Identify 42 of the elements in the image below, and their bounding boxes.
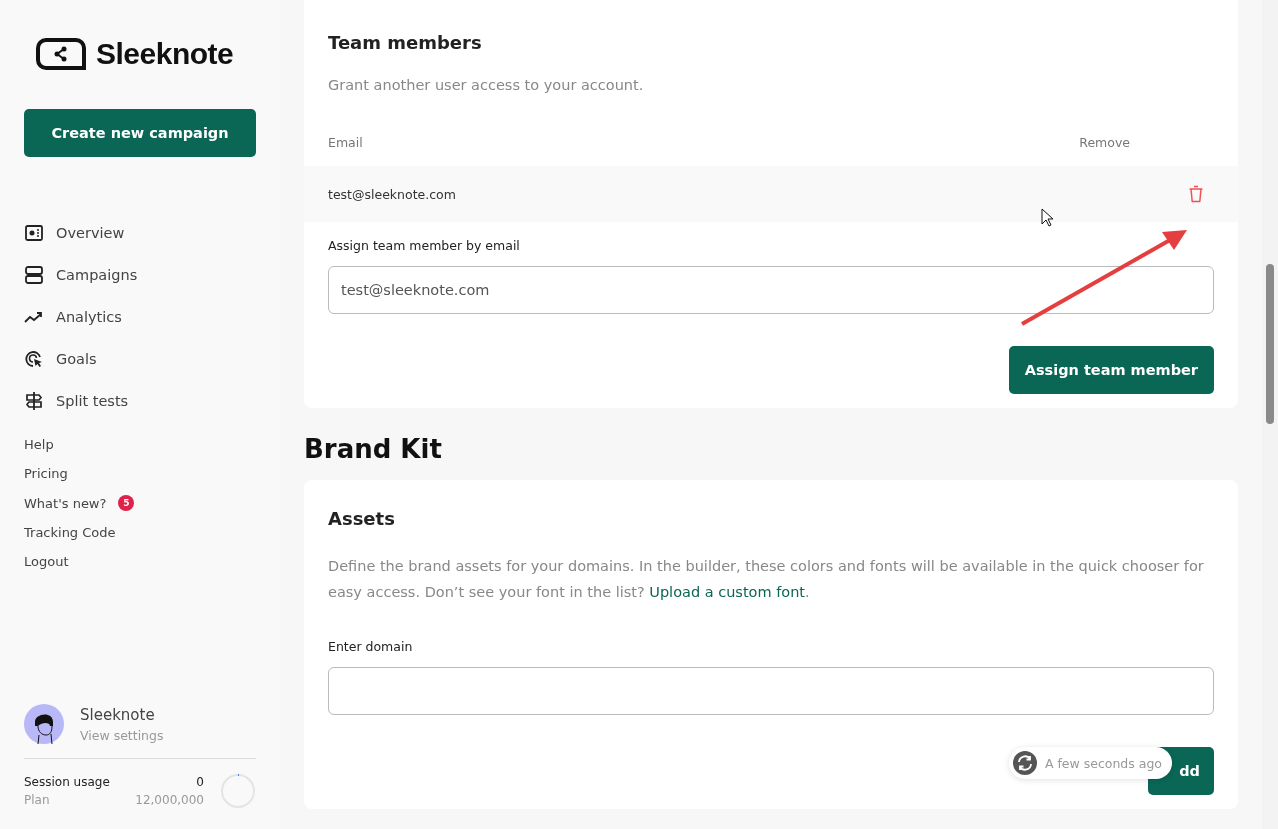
usage-ring bbox=[220, 773, 256, 809]
notification-badge: 5 bbox=[118, 495, 135, 511]
assign-team-member-button[interactable]: Assign team member bbox=[1008, 346, 1214, 394]
session-usage-value: 0 bbox=[195, 775, 204, 789]
sync-icon bbox=[1012, 751, 1037, 775]
signpost-icon bbox=[24, 391, 44, 411]
dashboard-icon bbox=[24, 223, 44, 243]
scrollbar[interactable] bbox=[1262, 0, 1278, 829]
sidebar-link[interactable]: Help bbox=[24, 437, 54, 452]
field-label: Assign team member by email bbox=[328, 238, 521, 253]
session-usage-label: Session usage bbox=[24, 775, 111, 789]
card-title: Team members bbox=[328, 32, 483, 53]
sidebar-link[interactable]: Pricing bbox=[24, 466, 68, 481]
scrollbar-thumb[interactable] bbox=[1266, 264, 1274, 424]
section-heading: Brand Kit bbox=[304, 434, 443, 464]
stacked-rows-icon bbox=[24, 265, 44, 285]
avatar-icon bbox=[24, 704, 64, 744]
card-subtitle: Grant another user access to your account. bbox=[328, 77, 645, 93]
column-header: Remove bbox=[1079, 135, 1130, 150]
plan-label: Plan bbox=[24, 793, 51, 807]
sidebar-link[interactable]: Logout bbox=[24, 554, 69, 569]
logo-text: Sleeknote bbox=[96, 37, 234, 71]
nav-item[interactable]: Campaigns bbox=[24, 265, 256, 285]
card-title: Assets bbox=[328, 508, 396, 529]
trash-icon bbox=[1188, 185, 1204, 203]
assets-description: Define the brand assets for your domains. In the builder, these colors and fonts will be available in the quick chooser for easy access. Don’t see your font in the list? Upload a custom font. bbox=[328, 557, 1205, 602]
nav-item[interactable]: Analytics bbox=[24, 307, 256, 327]
create-campaign-button[interactable]: Create new campaign bbox=[24, 109, 256, 157]
column-header: Email bbox=[328, 135, 363, 150]
sidebar-link[interactable]: Tracking Code bbox=[24, 525, 116, 540]
nav-item[interactable]: Goals bbox=[24, 349, 256, 369]
table-cell: test@sleeknote.com bbox=[328, 186, 456, 202]
plan-value: 12,000,000 bbox=[135, 793, 204, 807]
domain-input-field[interactable] bbox=[328, 667, 1214, 715]
email-input-field[interactable]: test@sleeknote.com bbox=[328, 266, 1214, 314]
sidebar-link[interactable]: What's new? bbox=[24, 495, 107, 511]
profile-name: Sleeknote bbox=[80, 705, 156, 724]
field-label: Enter domain bbox=[328, 639, 414, 654]
nav-item[interactable]: Split tests bbox=[24, 391, 256, 411]
nav-item[interactable]: Overview bbox=[24, 223, 256, 243]
target-cursor-icon bbox=[24, 349, 44, 369]
logo-icon bbox=[36, 38, 86, 70]
